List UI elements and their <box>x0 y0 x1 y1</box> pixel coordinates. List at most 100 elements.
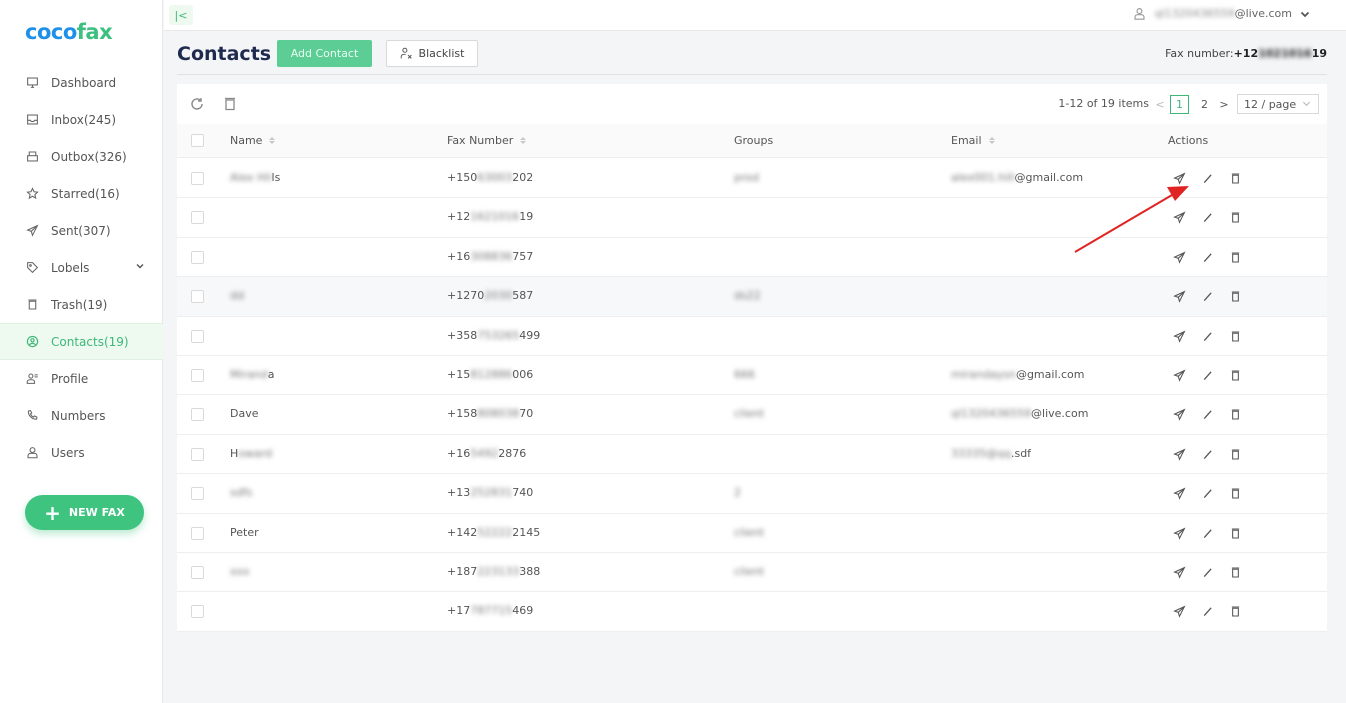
row-checkbox[interactable] <box>191 447 204 461</box>
table-row[interactable]: +12162101619 <box>177 198 1327 238</box>
send-fax-icon[interactable] <box>1173 369 1187 383</box>
group-value: ds22 <box>734 289 761 303</box>
row-checkbox[interactable] <box>191 369 204 382</box>
edit-icon[interactable] <box>1201 172 1215 186</box>
sidebar-item-users[interactable]: Users <box>0 434 163 471</box>
sort-icon[interactable] <box>520 137 527 144</box>
table-row[interactable]: Miranda +15812886006 666 mirandaysn@gmail.c… <box>177 356 1327 396</box>
send-fax-icon[interactable] <box>1173 330 1187 344</box>
sidebar-item-profile[interactable]: Profile <box>0 360 163 397</box>
sidebar-item-lobels[interactable]: Lobels <box>0 249 163 286</box>
row-checkbox[interactable] <box>191 487 204 501</box>
edit-icon[interactable] <box>1201 211 1215 225</box>
edit-icon[interactable] <box>1201 487 1215 501</box>
sidebar-item-dashboard[interactable]: Dashboard <box>0 64 163 101</box>
table-row[interactable]: Alex Hills +15063003202 prod alex001.hill@g… <box>177 159 1327 199</box>
column-fax-number[interactable]: Fax Number <box>447 134 527 147</box>
table-row[interactable]: +358753265499 <box>177 317 1327 356</box>
edit-icon[interactable] <box>1201 290 1215 304</box>
row-checkbox[interactable] <box>191 290 204 304</box>
edit-icon[interactable] <box>1201 369 1215 383</box>
table-row[interactable]: dd +12702030587 ds22 <box>177 277 1327 317</box>
page-1-button[interactable]: 1 <box>1170 94 1189 114</box>
edit-icon[interactable] <box>1201 566 1215 580</box>
fax-suffix: 70 <box>519 407 534 421</box>
row-checkbox[interactable] <box>191 566 204 579</box>
edit-icon[interactable] <box>1201 251 1215 265</box>
delete-icon[interactable] <box>1229 527 1243 541</box>
send-fax-icon[interactable] <box>1173 290 1187 304</box>
column-groups-label: Groups <box>734 134 774 147</box>
sidebar-item-sent[interactable]: Sent(307) <box>0 212 163 249</box>
sidebar-item-inbox[interactable]: Inbox(245) <box>0 101 163 138</box>
page-size-select[interactable]: 12 / page <box>1237 94 1319 114</box>
send-fax-icon[interactable] <box>1173 172 1187 186</box>
table-row[interactable]: xxx +187223133388 client <box>177 553 1327 593</box>
row-checkbox[interactable] <box>191 250 204 264</box>
row-checkbox[interactable] <box>191 172 204 185</box>
table-toolbar: 1-12 of 19 items < 1 2 > 12 / page <box>177 84 1327 124</box>
delete-selected-icon[interactable] <box>222 96 238 112</box>
column-name[interactable]: Name <box>230 134 276 147</box>
sort-icon[interactable] <box>988 137 995 144</box>
delete-icon[interactable] <box>1229 369 1243 383</box>
edit-icon[interactable] <box>1201 605 1215 619</box>
delete-icon[interactable] <box>1229 172 1243 186</box>
send-fax-icon[interactable] <box>1173 527 1187 541</box>
send-fax-icon[interactable] <box>1173 448 1187 462</box>
add-contact-button[interactable]: Add Contact <box>277 40 372 67</box>
page-2-button[interactable]: 2 <box>1195 95 1214 114</box>
phone-icon <box>25 409 39 423</box>
next-page-button[interactable]: > <box>1217 98 1231 111</box>
sidebar-item-numbers[interactable]: Numbers <box>0 397 163 434</box>
fax-prefix: +16 <box>447 249 471 263</box>
edit-icon[interactable] <box>1201 448 1215 462</box>
prev-page-button[interactable]: < <box>1153 98 1167 111</box>
column-actions-label: Actions <box>1168 134 1209 147</box>
edit-icon[interactable] <box>1201 527 1215 541</box>
group-value: client <box>734 407 765 421</box>
delete-icon[interactable] <box>1229 408 1243 422</box>
sidebar-item-contacts[interactable]: Contacts(19) <box>0 323 163 360</box>
delete-icon[interactable] <box>1229 487 1243 501</box>
send-fax-icon[interactable] <box>1173 211 1187 225</box>
delete-icon[interactable] <box>1229 211 1243 225</box>
blacklist-button[interactable]: Blacklist <box>386 40 478 67</box>
delete-icon[interactable] <box>1229 251 1243 265</box>
delete-icon[interactable] <box>1229 330 1243 344</box>
new-fax-button[interactable]: + NEW FAX <box>25 495 144 530</box>
table-row[interactable]: sdfs +13252831740 2 <box>177 474 1327 514</box>
edit-icon[interactable] <box>1201 408 1215 422</box>
send-fax-icon[interactable] <box>1173 487 1187 501</box>
table-row[interactable]: +17787715469 <box>177 592 1327 632</box>
row-checkbox[interactable] <box>191 526 204 540</box>
sort-icon[interactable] <box>269 137 276 144</box>
collapse-sidebar-button[interactable]: |< <box>169 5 193 25</box>
select-all-checkbox[interactable] <box>191 134 204 147</box>
send-fax-icon[interactable] <box>1173 251 1187 265</box>
edit-icon[interactable] <box>1201 330 1215 344</box>
delete-icon[interactable] <box>1229 448 1243 462</box>
row-checkbox[interactable] <box>191 211 204 225</box>
table-row[interactable]: Peter +142522222145 client <box>177 514 1327 553</box>
chevron-down-icon[interactable] <box>135 261 145 271</box>
delete-icon[interactable] <box>1229 605 1243 619</box>
table-row[interactable]: +16308836757 <box>177 238 1327 278</box>
user-menu[interactable]: ql1320436559 @live.com <box>1133 7 1310 20</box>
row-checkbox[interactable] <box>191 329 204 343</box>
send-fax-icon[interactable] <box>1173 566 1187 580</box>
sidebar-item-starred[interactable]: Starred(16) <box>0 175 163 212</box>
delete-icon[interactable] <box>1229 290 1243 304</box>
sidebar-item-outbox[interactable]: Outbox(326) <box>0 138 163 175</box>
send-fax-icon[interactable] <box>1173 408 1187 422</box>
sidebar-item-trash[interactable]: Trash(19) <box>0 286 163 323</box>
row-checkbox[interactable] <box>191 605 204 619</box>
column-email[interactable]: Email <box>951 134 995 147</box>
delete-icon[interactable] <box>1229 566 1243 580</box>
send-fax-icon[interactable] <box>1173 605 1187 619</box>
table-row[interactable]: Dave +15880803870 client ql1320436559@live.… <box>177 395 1327 435</box>
table-row[interactable]: Howard +1654922876 33335@qq.sdf <box>177 435 1327 475</box>
logo[interactable]: cocofax <box>25 20 113 44</box>
row-checkbox[interactable] <box>191 408 204 422</box>
refresh-icon[interactable] <box>189 96 205 112</box>
